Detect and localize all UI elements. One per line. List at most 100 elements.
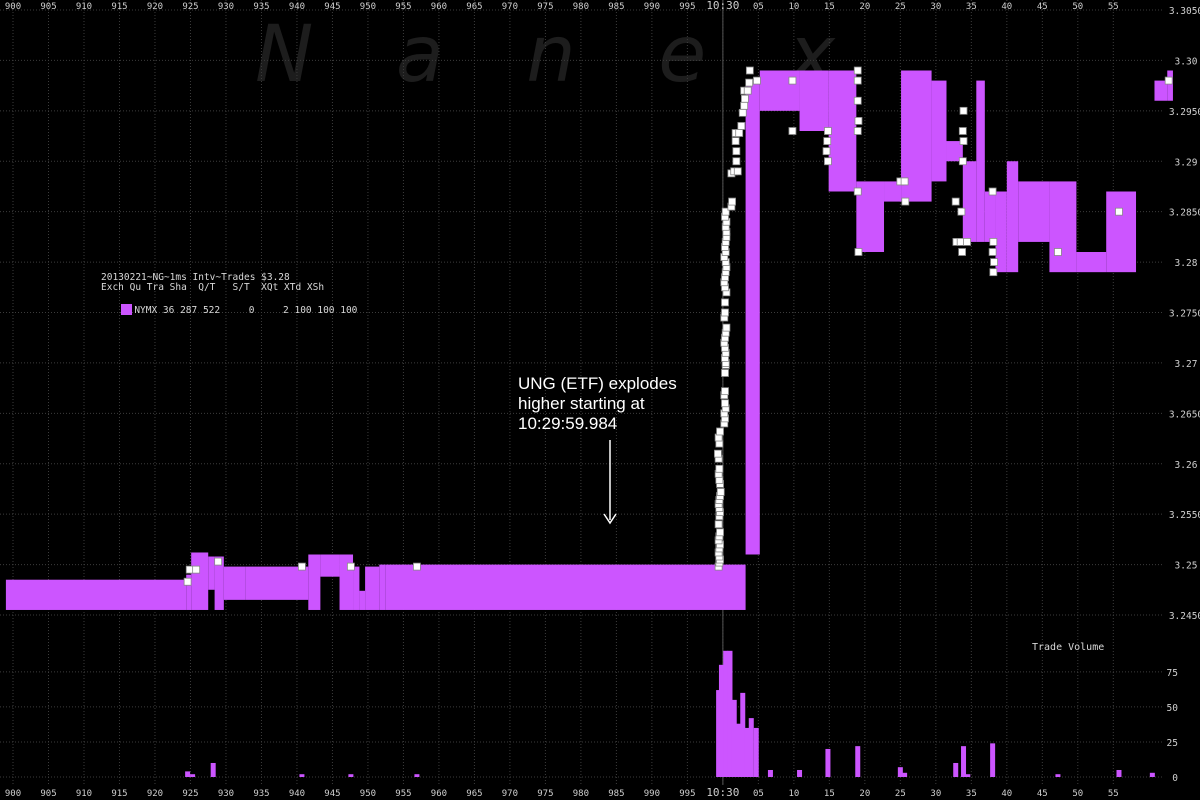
volume-bar <box>1055 774 1061 777</box>
x-tick-label-top: 990 <box>644 2 660 12</box>
x-tick-label-top: 910 <box>76 2 92 12</box>
y-tick-label: 3.25 <box>1175 561 1198 572</box>
trade-point <box>728 197 737 206</box>
trade-point <box>957 207 966 216</box>
trade-point <box>298 562 306 571</box>
volume-bar <box>902 772 908 777</box>
x-tick-label-top: 30 <box>930 2 941 12</box>
trade-point <box>721 308 729 317</box>
x-tick-label-top: 925 <box>182 2 198 12</box>
x-tick-label: 20 <box>859 789 870 799</box>
trade-point <box>1054 248 1062 256</box>
bid-ask-range <box>5 579 187 610</box>
trade-point <box>989 238 998 246</box>
trade-point <box>714 449 722 458</box>
x-tick-label: 945 <box>324 789 340 799</box>
x-tick-label: 900 <box>5 789 21 799</box>
trade-point <box>722 323 731 332</box>
bid-ask-range <box>359 590 366 610</box>
x-tick-label-top: 970 <box>502 2 518 12</box>
y-tick-label: 3.2650 <box>1169 409 1200 420</box>
trade-point <box>824 127 832 135</box>
volume-bar <box>727 650 733 777</box>
bid-ask-range <box>828 70 857 192</box>
trade-point <box>183 577 192 586</box>
x-tick-label-top: 980 <box>573 2 589 12</box>
legend-row-text: NYMX 36 287 522 0 2 100 100 100 <box>134 304 358 316</box>
x-tick-label-top: 55 <box>1108 2 1119 12</box>
bid-ask-range <box>1049 181 1077 273</box>
x-tick-label: 970 <box>502 789 518 799</box>
x-tick-label: 915 <box>111 789 127 799</box>
x-tick-label-top: 50 <box>1072 2 1083 12</box>
x-tick-label: 25 <box>895 789 906 799</box>
trade-point <box>854 117 863 125</box>
volume-bar <box>348 774 354 777</box>
trade-point <box>740 94 749 103</box>
annotation: UNG (ETF) explodes higher starting at 10… <box>518 374 718 434</box>
bid-ask-range <box>379 564 386 610</box>
trade-point <box>214 557 223 566</box>
x-tick-label-top: 935 <box>253 2 269 12</box>
x-tick-label: 935 <box>253 789 269 799</box>
trade-point <box>823 137 832 145</box>
trade-point <box>788 127 797 135</box>
trade-point <box>1115 207 1123 216</box>
volume-bar <box>414 774 420 777</box>
x-tick-label-top: 20 <box>859 2 870 12</box>
trade-point <box>951 197 960 206</box>
x-tick-label-top: 05 <box>753 2 764 12</box>
annotation-line-1: UNG (ETF) explodes <box>518 374 677 393</box>
bid-ask-range <box>1106 191 1137 273</box>
bid-ask-range <box>931 80 947 182</box>
volume-bar <box>965 774 971 777</box>
bid-ask-range <box>1006 161 1019 273</box>
trade-point <box>853 66 862 75</box>
trade-point <box>745 66 754 75</box>
x-tick-label: 940 <box>289 789 305 799</box>
trade-point <box>737 122 746 130</box>
bid-ask-range <box>1018 181 1050 242</box>
y-tick-label: 3.29 <box>1175 157 1198 168</box>
x-tick-label-top: 25 <box>895 2 906 12</box>
volume-bar <box>753 727 759 777</box>
x-tick-label: 35 <box>966 789 977 799</box>
x-tick-label-top: 930 <box>218 2 234 12</box>
y-tick-label: 3.2950 <box>1169 107 1200 118</box>
x-tick-label-top: 955 <box>395 2 411 12</box>
trade-point <box>721 298 729 307</box>
trade-point <box>733 167 742 176</box>
volume-bar <box>735 723 741 777</box>
trade-point <box>347 562 355 571</box>
trade-point <box>716 488 725 496</box>
bid-ask-range <box>320 554 340 577</box>
x-tick-label-top: 15 <box>824 2 835 12</box>
trade-point <box>192 565 201 574</box>
chart-root: Nanex 3.3050 3.30 3.2950 3.29 3.2850 3.28 3.27… <box>0 0 1200 800</box>
trade-point <box>959 106 968 115</box>
x-tick-label: 10:30 <box>706 786 739 799</box>
y-tick-label: 3.3050 <box>1169 6 1200 17</box>
trade-point <box>958 157 967 166</box>
x-tick-label-top: 945 <box>324 2 340 12</box>
volume-y-tick-label: 75 <box>1167 668 1178 679</box>
legend-header: Exch Qu Tra Sha Q/T S/T XQt XTd XSh <box>101 282 325 293</box>
trade-point <box>413 562 421 571</box>
x-tick-label: 995 <box>679 789 695 799</box>
x-tick-label-top: 900 <box>5 2 21 12</box>
x-tick-label: 10 <box>788 789 799 799</box>
bid-ask-range <box>208 556 215 590</box>
volume-layer <box>185 650 1155 777</box>
volume-bar <box>797 769 803 777</box>
trade-point <box>854 248 863 256</box>
volume-bar <box>825 748 831 777</box>
trade-point <box>989 268 998 277</box>
legend: 20130221~NG~1ms Intv~Trades $3.28 Exch Q… <box>87 272 357 326</box>
trade-point <box>185 565 194 574</box>
trade-point <box>990 258 998 266</box>
trade-point <box>958 248 967 256</box>
trade-point <box>853 76 862 85</box>
bid-ask-range <box>308 554 321 610</box>
y-tick-label: 3.30 <box>1175 56 1198 67</box>
bid-ask-range <box>365 566 380 610</box>
